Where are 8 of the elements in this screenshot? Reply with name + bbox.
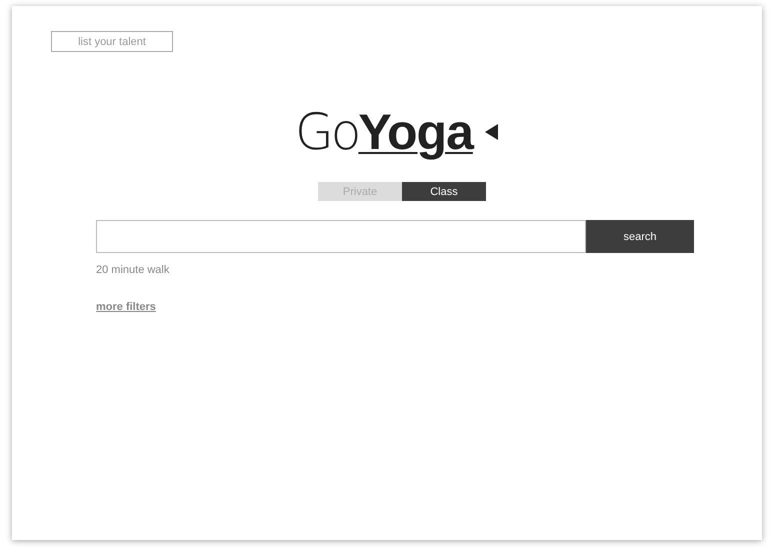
triangle-icon [484,124,498,140]
search-field[interactable] [96,220,586,253]
tab[interactable]: Class [402,182,486,201]
distance-text: 20 minute walk [96,264,170,276]
list-talent-button[interactable]: list your talent [51,31,173,52]
search-button[interactable]: search [586,220,694,253]
more-filters-link[interactable]: more filters [96,301,156,313]
logo: GoYoga [295,102,473,162]
